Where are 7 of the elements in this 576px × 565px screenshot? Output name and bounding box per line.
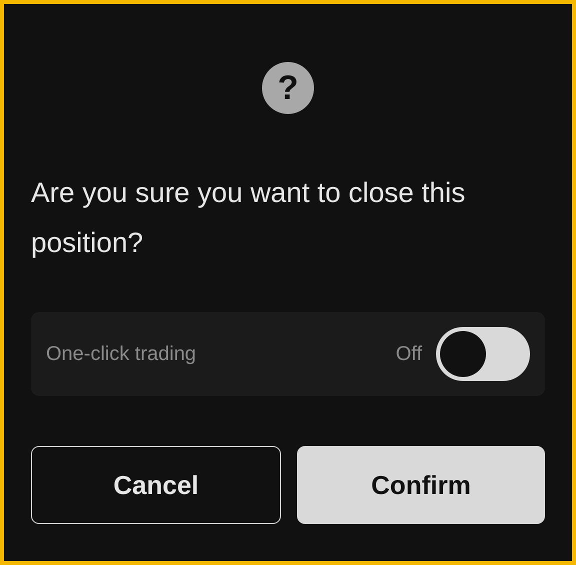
cancel-button[interactable]: Cancel: [31, 446, 281, 524]
setting-label: One-click trading: [46, 342, 198, 366]
confirm-button[interactable]: Confirm: [297, 446, 545, 524]
confirm-message: Are you sure you want to close this position?: [31, 176, 466, 260]
question-icon: ?: [262, 62, 314, 114]
toggle-switch[interactable]: [436, 327, 530, 381]
toggle-state-text: Off: [396, 342, 422, 366]
